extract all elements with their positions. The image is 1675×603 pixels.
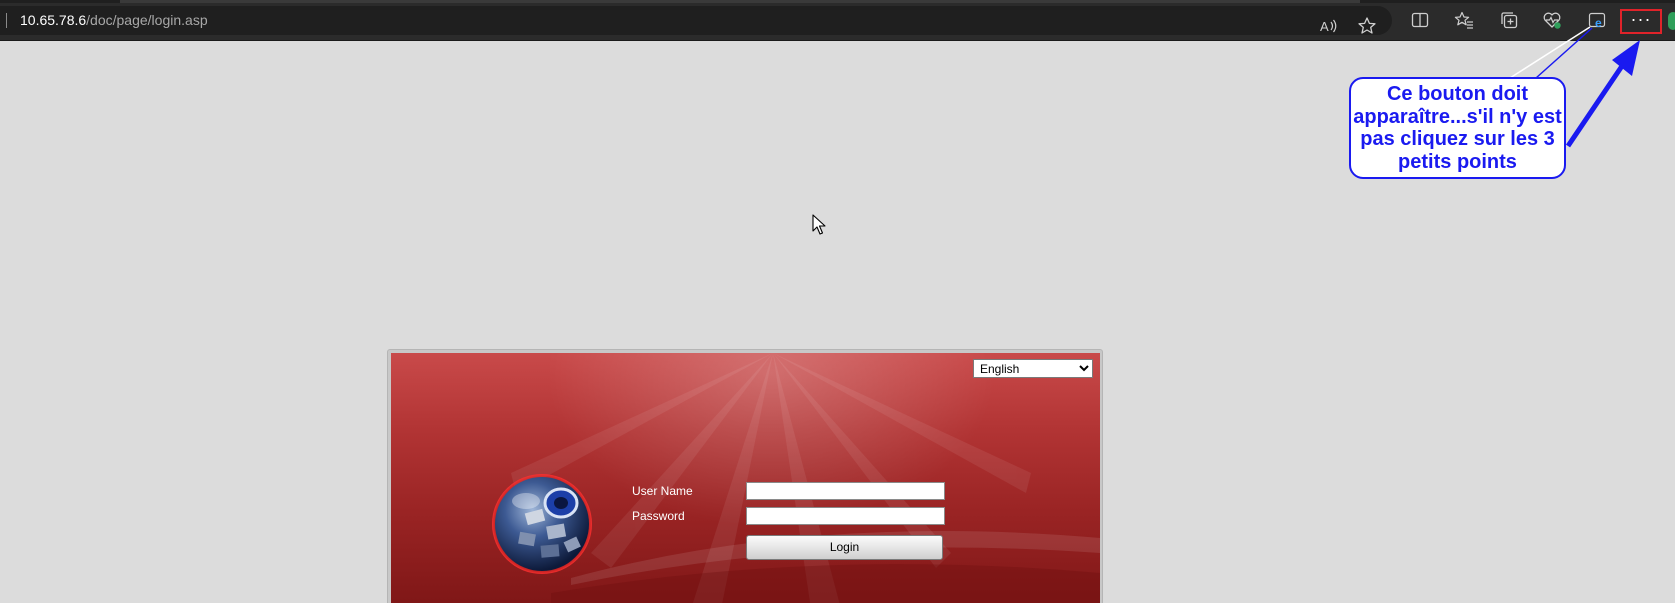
login-panel: English User Name Password Login xyxy=(391,353,1100,603)
mouse-cursor-icon xyxy=(812,214,826,235)
favorite-star-icon[interactable] xyxy=(1355,14,1379,38)
svg-text:e: e xyxy=(1595,16,1602,30)
favorites-icon[interactable] xyxy=(1452,8,1476,32)
browser-essentials-icon[interactable] xyxy=(1540,8,1564,32)
username-input[interactable] xyxy=(746,482,945,500)
profile-sliver-icon xyxy=(1668,12,1675,30)
username-label: User Name xyxy=(632,484,693,498)
url-text[interactable]: 10.65.78.6/doc/page/login.asp xyxy=(20,12,208,28)
login-button[interactable]: Login xyxy=(746,535,943,560)
active-tab-edge xyxy=(120,0,1360,3)
url-host: 10.65.78.6 xyxy=(20,12,87,28)
blue-arrow-head xyxy=(1612,40,1640,76)
blue-arrow-shaft xyxy=(1565,64,1625,148)
collections-icon[interactable] xyxy=(1497,8,1521,32)
browser-toolbar: 10.65.78.6/doc/page/login.asp A e ··· xyxy=(0,0,1675,41)
password-input[interactable] xyxy=(746,507,945,525)
address-bar[interactable]: 10.65.78.6/doc/page/login.asp A xyxy=(0,6,1392,35)
split-screen-icon[interactable] xyxy=(1408,8,1432,32)
language-select[interactable]: English xyxy=(973,359,1093,378)
read-aloud-icon[interactable]: A xyxy=(1316,14,1340,38)
ie-mode-icon[interactable]: e xyxy=(1585,8,1609,32)
svg-text:A: A xyxy=(1320,19,1329,34)
camera-globe-logo-icon xyxy=(492,474,592,574)
address-bar-divider xyxy=(6,13,7,28)
url-path: /doc/page/login.asp xyxy=(86,12,208,28)
more-options-button[interactable]: ··· xyxy=(1620,9,1662,34)
password-label: Password xyxy=(632,509,685,523)
annotation-callout: Ce bouton doit apparaître...s'il n'y est… xyxy=(1349,77,1566,179)
